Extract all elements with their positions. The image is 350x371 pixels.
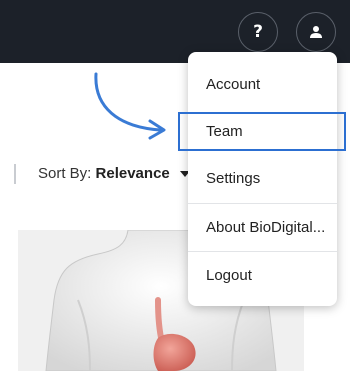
user-dropdown-menu: Account Team Settings About BioDigital..… [188, 52, 337, 306]
help-button[interactable]: ? [238, 12, 278, 52]
menu-item-account[interactable]: Account [188, 61, 337, 108]
sort-label: Sort By: [38, 165, 92, 182]
sort-value: Relevance [95, 165, 170, 182]
user-menu-button[interactable] [296, 12, 336, 52]
menu-item-logout[interactable]: Logout [188, 252, 337, 299]
team-highlight-box [178, 112, 346, 151]
question-mark-icon: ? [253, 22, 263, 42]
sort-dropdown[interactable]: Sort By: Relevance [38, 165, 190, 182]
menu-item-about[interactable]: About BioDigital... [188, 204, 337, 251]
annotation-arrow [94, 72, 166, 140]
menu-item-settings[interactable]: Settings [188, 155, 337, 202]
toolbar-divider [14, 164, 16, 184]
user-icon [310, 26, 322, 38]
